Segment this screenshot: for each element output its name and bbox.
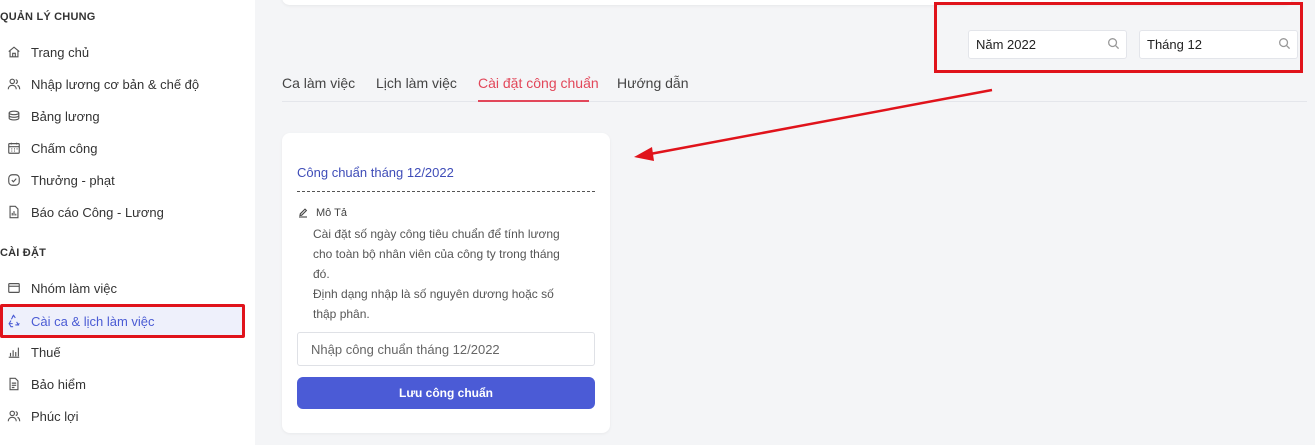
sidebar-item-shift-schedule[interactable]: Cài ca & lịch làm việc (0, 305, 245, 337)
description-line: đó. (313, 267, 330, 281)
sidebar-item-label: Bảng lương (31, 108, 100, 124)
folder-icon (6, 280, 22, 296)
card-title: Công chuẩn tháng 12/2022 (297, 165, 454, 180)
tab-schedule[interactable]: Lịch làm việc (376, 75, 457, 91)
sidebar-item-work-groups[interactable]: Nhóm làm việc (0, 272, 245, 304)
tab-shifts[interactable]: Ca làm việc (282, 75, 355, 91)
sidebar: QUẢN LÝ CHUNG Trang chủ Nhập lương cơ bả… (0, 0, 255, 445)
sidebar-item-label: Bảo hiểm (31, 376, 86, 392)
description-heading: Mô Tả (297, 207, 347, 219)
document-icon (6, 376, 22, 392)
sidebar-item-label: Nhóm làm việc (31, 280, 117, 296)
sidebar-item-tax[interactable]: Thuế (0, 336, 245, 368)
sidebar-item-insurance[interactable]: Bảo hiểm (0, 368, 245, 400)
bar-chart-icon (6, 344, 22, 360)
coins-icon (6, 108, 22, 124)
tab-standard-workdays[interactable]: Cài đặt công chuẩn (478, 75, 599, 91)
description-line: cho toàn bộ nhân viên của công ty trong … (313, 247, 560, 261)
sidebar-item-welfare[interactable]: Phúc lợi (0, 400, 245, 432)
month-select[interactable]: Tháng 12 (1139, 30, 1298, 59)
search-icon (1107, 37, 1120, 50)
description-heading-label: Mô Tả (316, 207, 347, 219)
users-icon (6, 408, 22, 424)
sidebar-item-label: Nhập lương cơ bản & chế độ (31, 76, 200, 92)
sidebar-item-payroll[interactable]: Bảng lương (0, 100, 245, 132)
active-tab-indicator (478, 100, 589, 102)
sidebar-item-reward-penalty[interactable]: Thưởng - phạt (0, 164, 245, 196)
sidebar-item-label: Phúc lợi (31, 408, 79, 424)
year-select-value: Năm 2022 (976, 37, 1036, 52)
search-icon (1278, 37, 1291, 50)
sidebar-item-report[interactable]: Báo cáo Công - Lương (0, 196, 245, 228)
recycle-icon (6, 313, 22, 329)
section-title-settings: CÀI ĐẶT (0, 247, 47, 259)
standard-workdays-card: Công chuẩn tháng 12/2022 Mô Tả Cài đặt s… (282, 133, 610, 433)
divider (297, 191, 595, 192)
sidebar-item-salary-input[interactable]: Nhập lương cơ bản & chế độ (0, 68, 245, 100)
standard-workdays-input[interactable] (297, 332, 595, 366)
description-line: Định dạng nhập là số nguyên dương hoặc s… (313, 287, 554, 301)
save-standard-workdays-button[interactable]: Lưu công chuẩn (297, 377, 595, 409)
tab-bar: Ca làm việc Lịch làm việc Cài đặt công c… (282, 66, 1307, 102)
section-title-general: QUẢN LÝ CHUNG (0, 11, 96, 23)
report-icon (6, 204, 22, 220)
pencil-icon (299, 208, 308, 218)
month-select-value: Tháng 12 (1147, 37, 1202, 52)
users-icon (6, 76, 22, 92)
sidebar-item-label: Cài ca & lịch làm việc (31, 313, 155, 329)
calendar-icon (6, 140, 22, 156)
sidebar-item-label: Báo cáo Công - Lương (31, 204, 164, 220)
sidebar-item-label: Chấm công (31, 140, 98, 156)
sidebar-item-label: Trang chủ (31, 44, 90, 60)
sidebar-item-home[interactable]: Trang chủ (0, 36, 245, 68)
sidebar-item-label: Thuế (31, 344, 61, 360)
home-icon (6, 44, 22, 60)
check-circle-icon (6, 172, 22, 188)
tab-guide[interactable]: Hướng dẫn (617, 75, 688, 91)
year-select[interactable]: Năm 2022 (968, 30, 1127, 59)
sidebar-item-timekeeping[interactable]: Chấm công (0, 132, 245, 164)
description-line: thập phân. (313, 307, 370, 321)
sidebar-item-label: Thưởng - phạt (31, 172, 115, 188)
description-line: Cài đặt số ngày công tiêu chuẩn để tính … (313, 227, 560, 241)
